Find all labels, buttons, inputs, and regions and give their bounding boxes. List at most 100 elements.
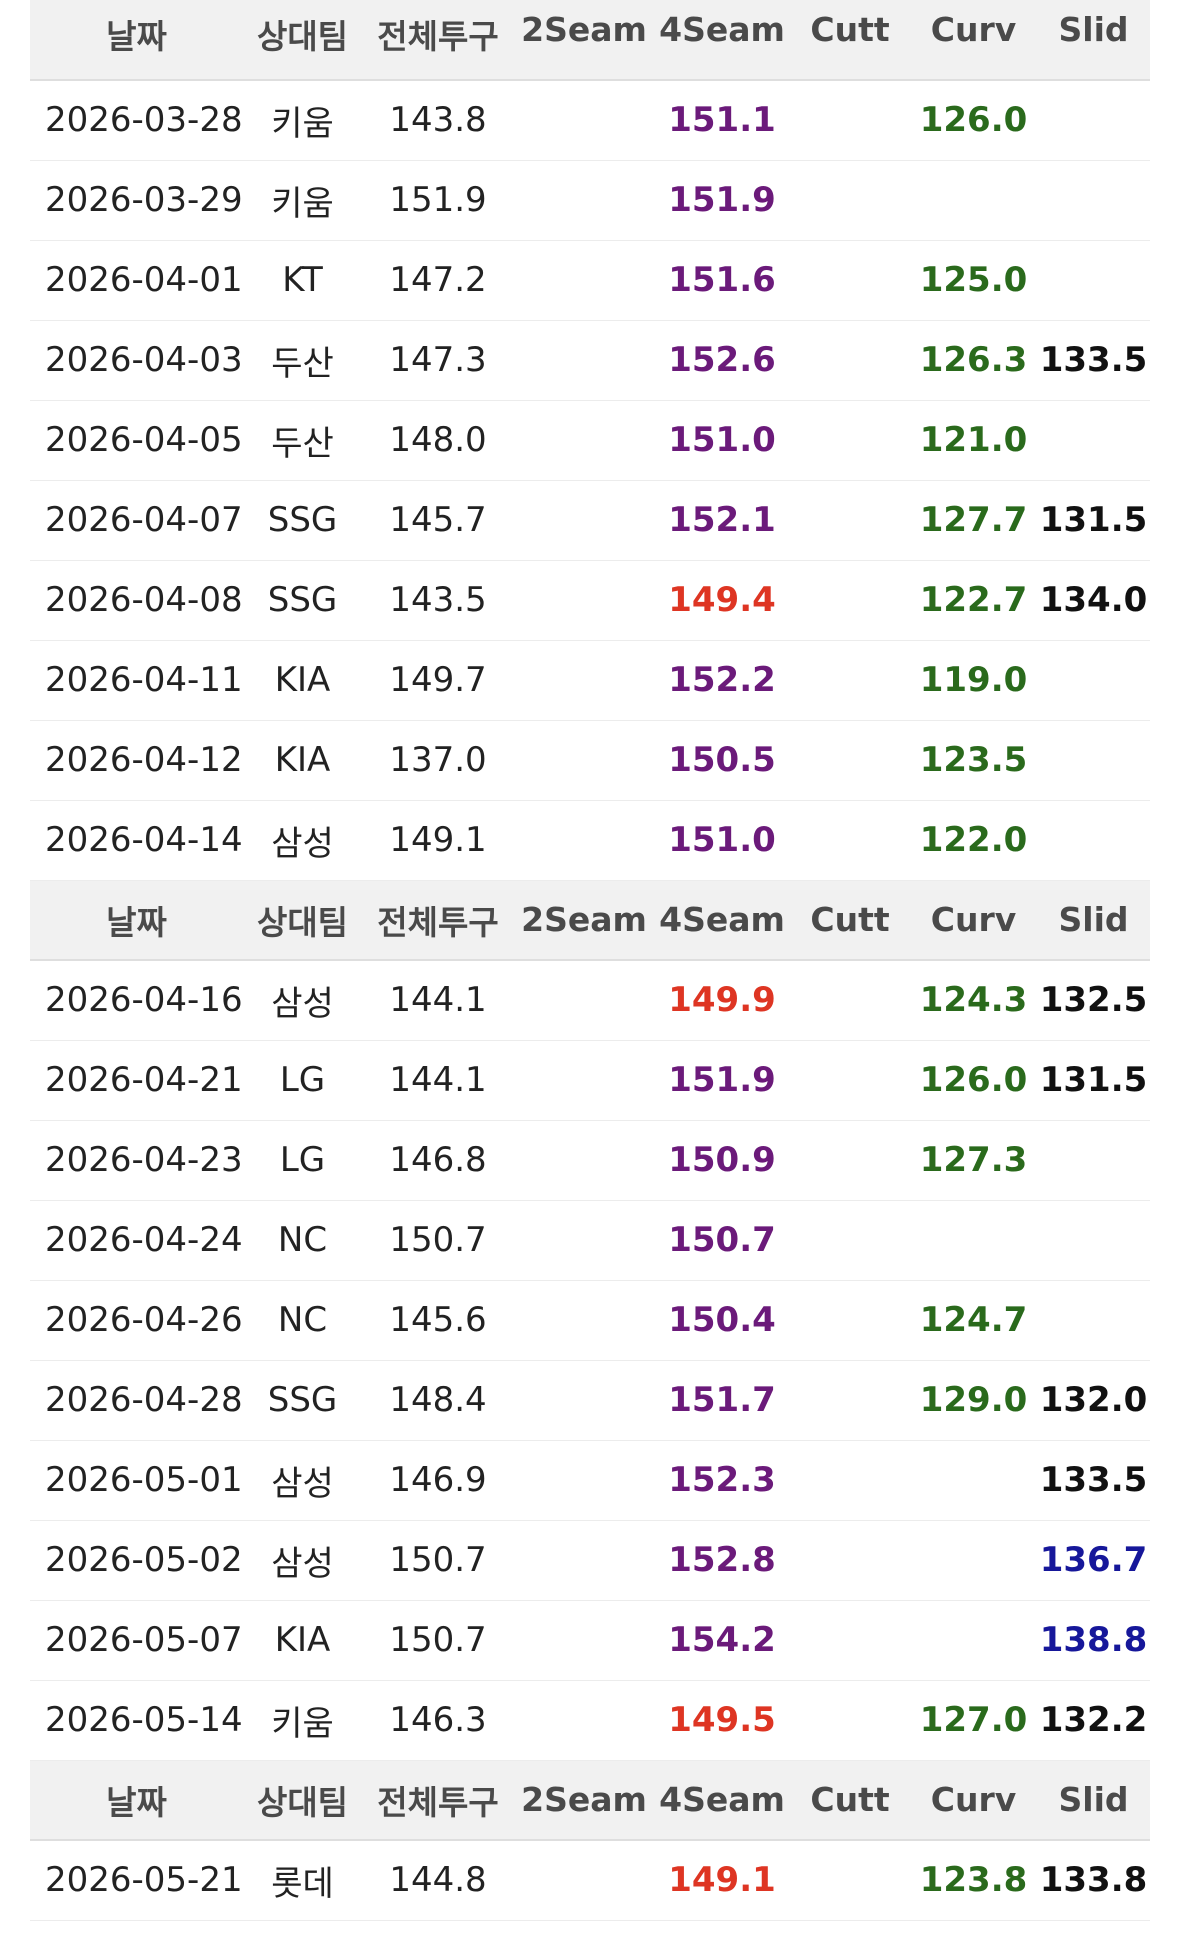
cell-curv: 126.3 <box>910 320 1037 401</box>
cell-total-pitch: 151.9 <box>362 160 514 241</box>
cell-cutt <box>790 320 910 401</box>
cell-total-pitch: 144.8 <box>362 1840 514 1921</box>
header-opponent[interactable]: 상대팀 <box>243 1760 362 1841</box>
cell-slid: 136.7 <box>1037 1520 1150 1601</box>
cell-4seam: 150.7 <box>654 1200 790 1281</box>
cell-2seam <box>514 640 654 721</box>
cell-4seam: 149.1 <box>654 1840 790 1921</box>
cell-total-pitch: 137.0 <box>362 720 514 801</box>
cell-curv: 119.0 <box>910 640 1037 721</box>
cell-cutt <box>790 240 910 321</box>
cell-slid <box>1037 160 1150 241</box>
cell-curv: 127.3 <box>910 1120 1037 1201</box>
header-opponent[interactable]: 상대팀 <box>243 0 362 81</box>
header-slid[interactable]: Slid <box>1037 880 1150 961</box>
cell-2seam <box>514 1280 654 1361</box>
cell-4seam: 151.0 <box>654 400 790 481</box>
header-curv[interactable]: Curv <box>910 0 1037 81</box>
header-date[interactable]: 날짜 <box>30 1760 243 1841</box>
table-row: 2026-05-01 삼성 146.9 152.3 133.5 <box>30 1440 1150 1521</box>
header-total-pitch[interactable]: 전체투구 <box>362 1760 514 1841</box>
cell-2seam <box>514 800 654 881</box>
cell-4seam: 150.5 <box>654 720 790 801</box>
cell-4seam: 152.6 <box>654 320 790 401</box>
cell-cutt <box>790 1120 910 1201</box>
cell-cutt <box>790 1440 910 1521</box>
cell-4seam: 151.0 <box>654 800 790 881</box>
cell-2seam <box>514 480 654 561</box>
header-4seam[interactable]: 4Seam <box>654 0 790 81</box>
cell-4seam: 152.2 <box>654 640 790 721</box>
cell-opponent: NC <box>243 1280 362 1361</box>
header-2seam[interactable]: 2Seam <box>514 0 654 81</box>
cell-cutt <box>790 1280 910 1361</box>
cell-slid: 131.5 <box>1037 1040 1150 1121</box>
cell-date: 2026-04-16 <box>30 960 243 1041</box>
cell-opponent: SSG <box>243 480 362 561</box>
cell-total-pitch: 144.1 <box>362 1040 514 1121</box>
header-row: 날짜 상대팀 전체투구 2Seam 4Seam Cutt Curv Slid <box>30 1760 1150 1841</box>
cell-opponent: LG <box>243 1120 362 1201</box>
cell-4seam: 151.9 <box>654 1040 790 1121</box>
cell-opponent: NC <box>243 1200 362 1281</box>
cell-2seam <box>514 1040 654 1121</box>
cell-curv: 122.7 <box>910 560 1037 641</box>
cell-slid <box>1037 1200 1150 1281</box>
cell-date: 2026-04-24 <box>30 1200 243 1281</box>
cell-slid: 132.5 <box>1037 960 1150 1041</box>
cell-cutt <box>790 1200 910 1281</box>
cell-2seam <box>514 400 654 481</box>
cell-cutt <box>790 1680 910 1761</box>
table-row: 2026-04-03 두산 147.3 152.6 126.3 133.5 <box>30 320 1150 401</box>
cell-opponent: 삼성 <box>243 1520 362 1601</box>
cell-slid <box>1037 400 1150 481</box>
cell-slid <box>1037 1280 1150 1361</box>
cell-opponent: SSG <box>243 560 362 641</box>
header-cutt[interactable]: Cutt <box>790 0 910 81</box>
cell-cutt <box>790 80 910 161</box>
cell-cutt <box>790 960 910 1041</box>
right-edge <box>1150 0 1179 1955</box>
cell-4seam: 150.9 <box>654 1120 790 1201</box>
header-total-pitch[interactable]: 전체투구 <box>362 0 514 81</box>
cell-total-pitch: 145.6 <box>362 1280 514 1361</box>
cell-date: 2026-04-12 <box>30 720 243 801</box>
cell-curv: 123.8 <box>910 1840 1037 1921</box>
cell-date: 2026-03-28 <box>30 80 243 161</box>
cell-total-pitch: 145.7 <box>362 480 514 561</box>
cell-total-pitch: 146.9 <box>362 1440 514 1521</box>
header-date[interactable]: 날짜 <box>30 880 243 961</box>
cell-date: 2026-05-07 <box>30 1600 243 1681</box>
header-opponent[interactable]: 상대팀 <box>243 880 362 961</box>
header-row: 날짜 상대팀 전체투구 2Seam 4Seam Cutt Curv Slid <box>30 0 1150 81</box>
header-cutt[interactable]: Cutt <box>790 880 910 961</box>
cell-opponent: 삼성 <box>243 960 362 1041</box>
header-4seam[interactable]: 4Seam <box>654 880 790 961</box>
cell-date: 2026-04-03 <box>30 320 243 401</box>
cell-2seam <box>514 1360 654 1441</box>
cell-date: 2026-05-14 <box>30 1680 243 1761</box>
cell-total-pitch: 149.1 <box>362 800 514 881</box>
table-row: 2026-04-01 KT 147.2 151.6 125.0 <box>30 240 1150 321</box>
header-slid[interactable]: Slid <box>1037 1760 1150 1841</box>
header-4seam[interactable]: 4Seam <box>654 1760 790 1841</box>
cell-4seam: 151.9 <box>654 160 790 241</box>
cell-4seam: 149.5 <box>654 1680 790 1761</box>
header-2seam[interactable]: 2Seam <box>514 880 654 961</box>
cell-total-pitch: 143.5 <box>362 560 514 641</box>
table-row: 2026-04-16 삼성 144.1 149.9 124.3 132.5 <box>30 960 1150 1041</box>
header-total-pitch[interactable]: 전체투구 <box>362 880 514 961</box>
table-row: 2026-03-29 키움 151.9 151.9 <box>30 160 1150 241</box>
header-slid[interactable]: Slid <box>1037 0 1150 81</box>
cell-curv <box>910 1200 1037 1281</box>
header-date[interactable]: 날짜 <box>30 0 243 81</box>
header-cutt[interactable]: Cutt <box>790 1760 910 1841</box>
header-curv[interactable]: Curv <box>910 880 1037 961</box>
header-curv[interactable]: Curv <box>910 1760 1037 1841</box>
cell-slid: 133.5 <box>1037 320 1150 401</box>
cell-total-pitch: 149.7 <box>362 640 514 721</box>
cell-slid <box>1037 80 1150 161</box>
table-row: 2026-04-12 KIA 137.0 150.5 123.5 <box>30 720 1150 801</box>
cell-total-pitch: 147.3 <box>362 320 514 401</box>
header-2seam[interactable]: 2Seam <box>514 1760 654 1841</box>
